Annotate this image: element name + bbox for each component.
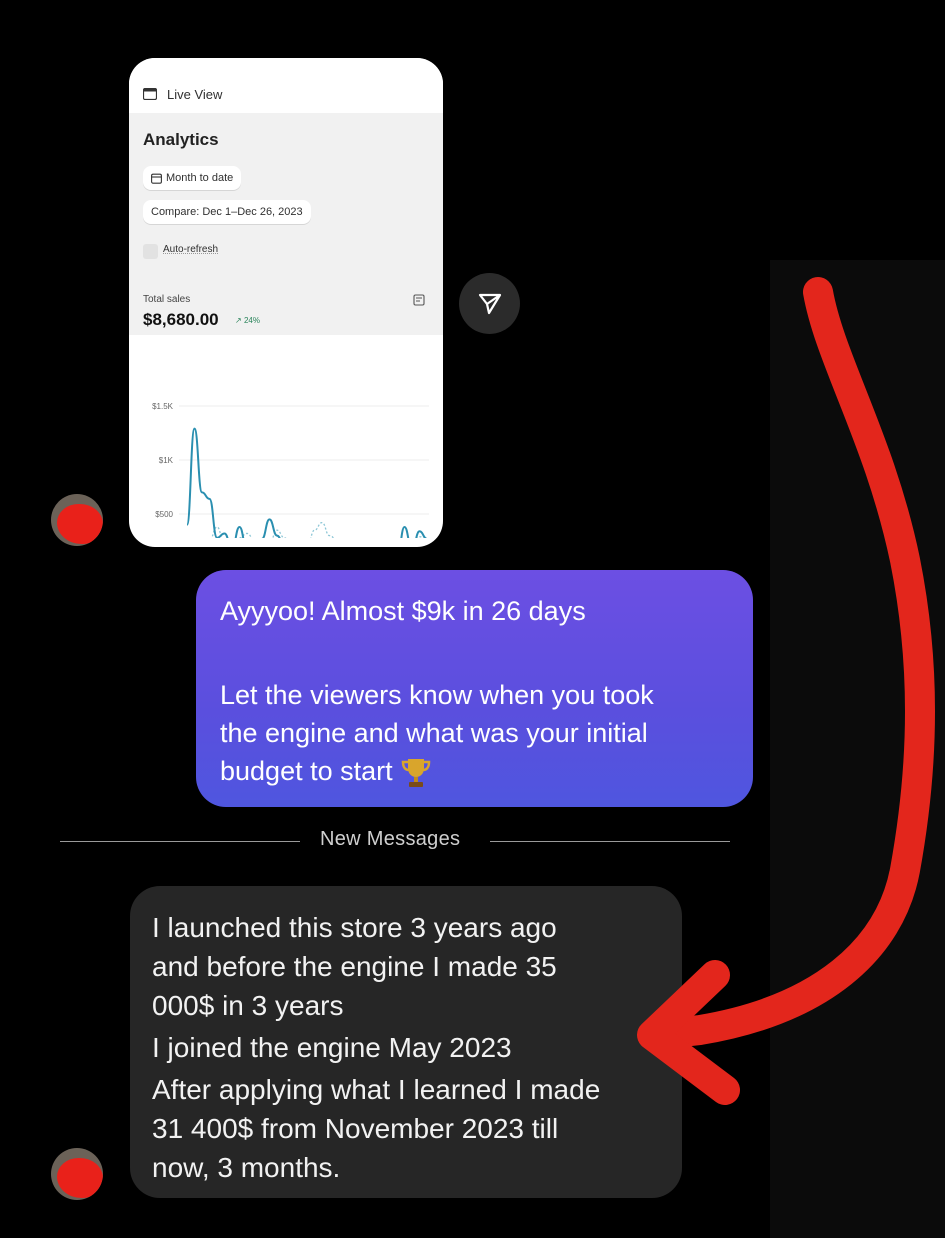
analytics-title: Analytics: [143, 130, 219, 149]
message-line: budget to start: [220, 756, 393, 786]
auto-refresh-label: Auto-refresh: [163, 244, 219, 255]
live-view-label: Live View: [167, 87, 223, 102]
redaction-blot: [57, 504, 103, 544]
arrow-up-icon: ↗: [235, 316, 242, 325]
sales-change-value: 24%: [243, 316, 260, 325]
message-line: 31 400$ from November 2023 till: [152, 1113, 559, 1144]
message-line: Ayyyoo! Almost $9k in 26 days: [220, 596, 586, 626]
sales-change-badge: ↗ 24%: [235, 316, 260, 325]
message-line: After applying what I learned I made: [152, 1074, 601, 1105]
received-message-bubble[interactable]: I launched this store 3 years ago and be…: [130, 886, 682, 1198]
share-button[interactable]: [459, 273, 520, 334]
total-sales-value: $8,680.00: [143, 310, 219, 329]
month-to-date-pill[interactable]: Month to date: [143, 166, 242, 190]
message-line: now, 3 months.: [152, 1152, 341, 1183]
message-line: the engine and what was your initial: [220, 718, 648, 748]
message-line: 000$ in 3 years: [152, 990, 344, 1021]
month-to-date-label: Month to date: [166, 172, 234, 184]
y-tick-label: $1.5K: [152, 402, 174, 411]
auto-refresh-checkbox[interactable]: [143, 244, 158, 259]
y-tick-label: $1K: [159, 456, 174, 465]
series-line-current: [186, 427, 428, 538]
calendar-icon: [151, 173, 162, 184]
avatar[interactable]: [51, 1148, 103, 1200]
message-line: and before the engine I made 35: [152, 951, 557, 982]
y-tick-label: $500: [155, 510, 173, 519]
compare-pill[interactable]: Compare: Dec 1–Dec 26, 2023: [143, 200, 311, 224]
live-view-icon: [143, 88, 157, 100]
live-view-row[interactable]: Live View: [129, 58, 443, 114]
compare-label: Compare: Dec 1–Dec 26, 2023: [151, 206, 303, 218]
sent-message-bubble[interactable]: Ayyyoo! Almost $9k in 26 days Let the vi…: [196, 570, 753, 807]
total-sales-chart: $1.5K$1K$500$0Jan 1Jan 7Jan 13Jan 19Jan …: [152, 402, 429, 538]
trophy-icon: [401, 758, 430, 787]
series-line-comparison: [210, 521, 424, 538]
divider-line-right: [490, 841, 730, 842]
message-line: I launched this store 3 years ago: [152, 912, 557, 943]
new-messages-label: New Messages: [320, 828, 461, 850]
message-line: I joined the engine May 2023: [152, 1032, 512, 1063]
shared-analytics-card[interactable]: Live View Analytics Month to date Compar…: [129, 58, 443, 547]
avatar[interactable]: [51, 494, 103, 546]
redaction-blot: [57, 1158, 103, 1198]
paper-plane-icon: [478, 293, 501, 314]
divider-line-left: [60, 841, 300, 842]
chart-note-icon[interactable]: [413, 294, 425, 306]
side-strip: [770, 260, 945, 1238]
message-line: Let the viewers know when you took: [220, 680, 654, 710]
total-sales-label: Total sales: [143, 294, 191, 305]
